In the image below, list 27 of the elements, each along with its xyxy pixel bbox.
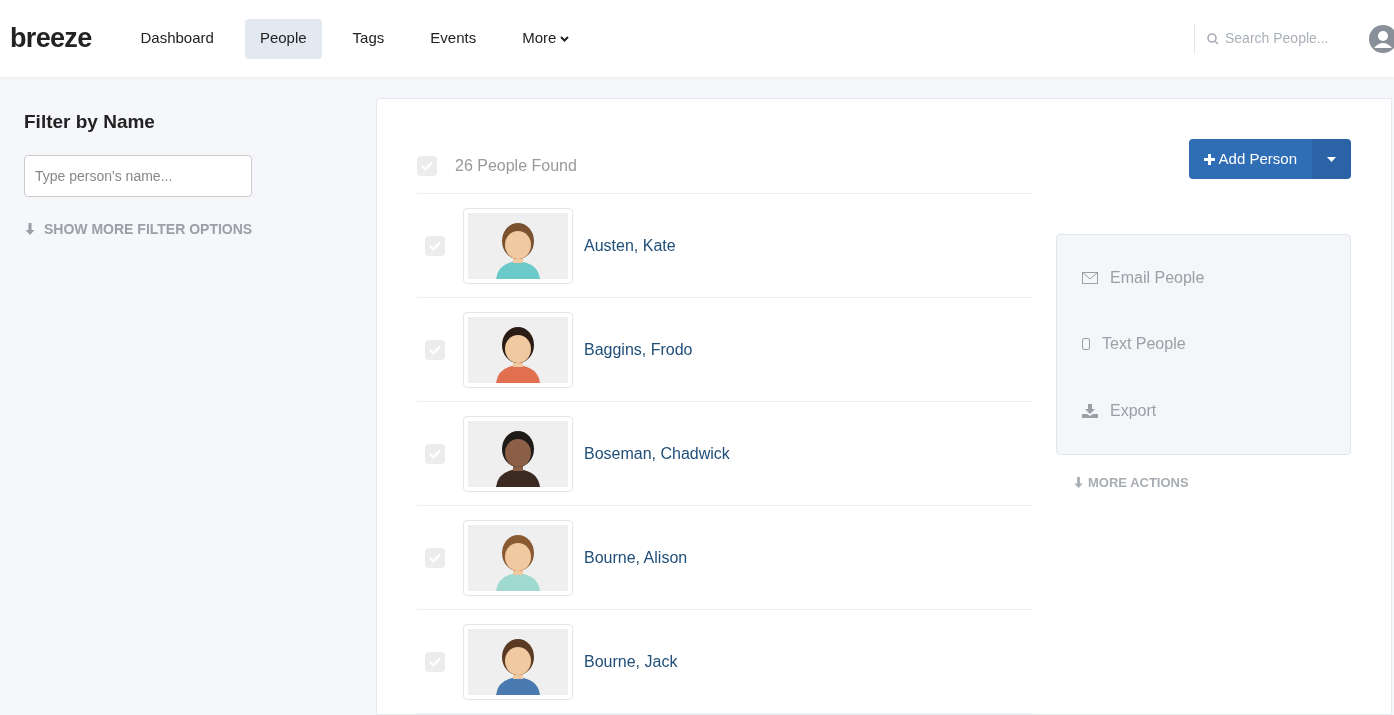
chevron-down-icon (560, 35, 570, 42)
person-name-link[interactable]: Bourne, Alison (584, 545, 688, 570)
arrow-down-icon (24, 222, 36, 236)
user-avatar-icon[interactable] (1369, 24, 1394, 53)
search-icon (1207, 32, 1219, 45)
nav-tab[interactable]: Tags (337, 18, 400, 59)
name-filter-field[interactable]: Type person's name... (24, 154, 252, 197)
plus-icon (1203, 153, 1215, 165)
arrow-down-icon (1073, 476, 1084, 489)
envelope-icon (1082, 272, 1098, 285)
person-name-link[interactable]: Austen, Kate (584, 233, 676, 258)
person-name-link[interactable]: Boseman, Chadwick (584, 441, 730, 466)
add-person-button[interactable]: Add Person (1188, 139, 1312, 179)
person-name-link[interactable]: Baggins, Frodo (584, 337, 693, 362)
results-count: 26 People Found (455, 156, 577, 176)
person-name-link[interactable]: Bourne, Jack (584, 649, 678, 674)
phone-icon (1082, 338, 1090, 351)
nav-tab[interactable]: Events (415, 18, 492, 59)
dropdown-toggle-button[interactable] (1312, 139, 1351, 179)
search-field[interactable]: Search People... (1225, 28, 1355, 49)
logo[interactable]: breeze (10, 18, 92, 59)
caret-icon (1327, 156, 1336, 162)
filter-title: Filter by Name (24, 110, 156, 134)
nav-tab[interactable]: Dashboard (125, 18, 229, 59)
download-icon (1082, 403, 1098, 418)
nav-tab[interactable]: More (507, 18, 585, 59)
nav-tab[interactable]: People (244, 18, 322, 59)
